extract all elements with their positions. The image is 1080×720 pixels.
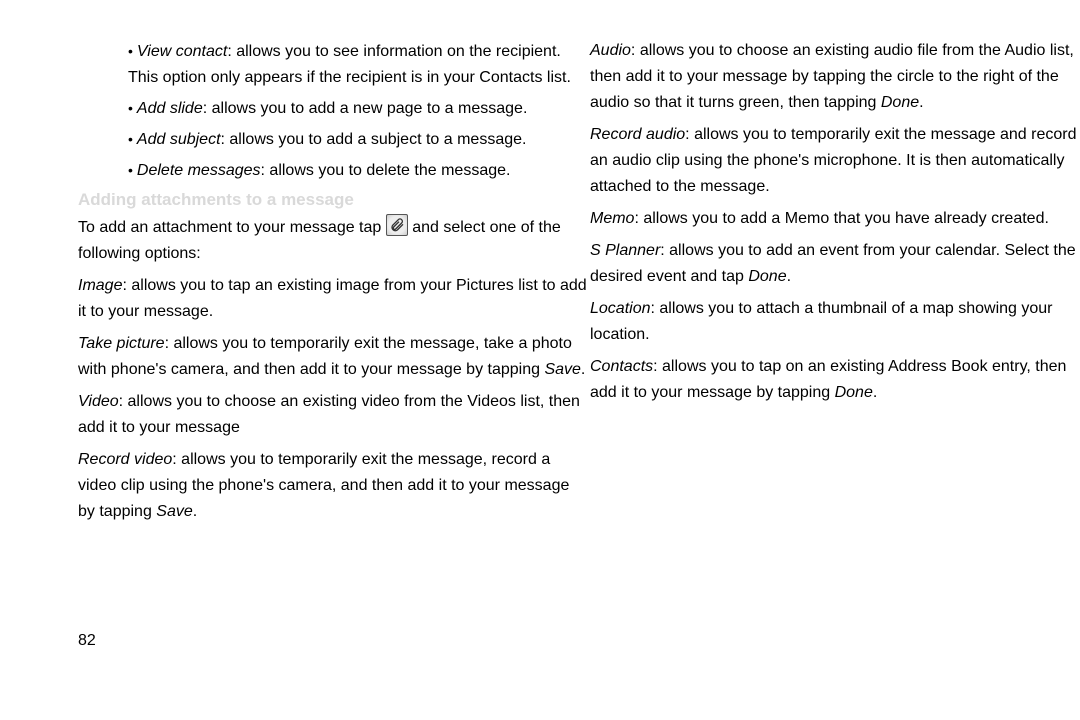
- term: Take picture: [78, 335, 165, 352]
- term: Save: [156, 503, 192, 520]
- item-text: : allows you to add a Memo that you have…: [634, 210, 1048, 227]
- left-column: •View contact: allows you to see informa…: [78, 38, 590, 525]
- bullet-dot: •: [128, 43, 137, 59]
- bullet-dot: •: [128, 131, 137, 147]
- term: Save: [544, 361, 580, 378]
- item-text: : allows you to tap an existing image fr…: [78, 277, 587, 320]
- attach-option: Contacts: allows you to tap on an existi…: [590, 354, 1080, 406]
- term: Image: [78, 277, 122, 294]
- term: Done: [881, 94, 919, 111]
- attach-option: Memo: allows you to add a Memo that you …: [590, 206, 1080, 232]
- attach-option: Record audio: allows you to temporarily …: [590, 122, 1080, 200]
- right-column: Audio: allows you to choose an existing …: [590, 38, 1080, 406]
- intro-pre: To add an attachment to your message tap: [78, 219, 386, 236]
- item-text: : allows you to attach a thumbnail of a …: [590, 300, 1053, 343]
- item-text: : allows you to choose an existing video…: [78, 393, 580, 436]
- item-text: .: [919, 94, 923, 111]
- attach-option: Location: allows you to attach a thumbna…: [590, 296, 1080, 348]
- term: View contact: [137, 43, 227, 60]
- bullet-dot: •: [128, 100, 137, 116]
- page-number: 82: [78, 632, 96, 650]
- term: Location: [590, 300, 651, 317]
- item-text: .: [787, 268, 791, 285]
- item-text: : allows you to add a new page to a mess…: [203, 100, 528, 117]
- intro-line: To add an attachment to your message tap…: [78, 214, 590, 267]
- attach-option: Video: allows you to choose an existing …: [78, 389, 590, 441]
- term: Done: [835, 384, 873, 401]
- bullet-item: •Add slide: allows you to add a new page…: [78, 95, 590, 122]
- bullet-item: •Delete messages: allows you to delete t…: [78, 157, 590, 184]
- term: Video: [78, 393, 119, 410]
- paperclip-icon: [386, 214, 408, 236]
- item-text: .: [873, 384, 877, 401]
- term: Audio: [590, 42, 631, 59]
- bullet-item: •Add subject: allows you to add a subjec…: [78, 126, 590, 153]
- term: Add subject: [137, 131, 221, 148]
- term: Contacts: [590, 358, 653, 375]
- term: Done: [748, 268, 786, 285]
- term: Record video: [78, 451, 172, 468]
- bullet-dot: •: [128, 162, 137, 178]
- bullet-item: •View contact: allows you to see informa…: [78, 38, 590, 91]
- document-page: •View contact: allows you to see informa…: [0, 0, 1080, 720]
- item-text: : allows you to add an event from your c…: [590, 242, 1076, 285]
- attach-option: Take picture: allows you to temporarily …: [78, 331, 590, 383]
- term: Add slide: [137, 100, 203, 117]
- attach-option: Image: allows you to tap an existing ima…: [78, 273, 590, 325]
- term: Memo: [590, 210, 634, 227]
- term: Record audio: [590, 126, 685, 143]
- item-text: : allows you to tap on an existing Addre…: [590, 358, 1066, 401]
- item-text: .: [581, 361, 585, 378]
- term: S Planner: [590, 242, 660, 259]
- attach-option: Audio: allows you to choose an existing …: [590, 38, 1080, 116]
- item-text: : allows you to choose an existing audio…: [590, 42, 1074, 111]
- term: Delete messages: [137, 162, 261, 179]
- attach-option: Record video: allows you to temporarily …: [78, 447, 590, 525]
- attach-option: S Planner: allows you to add an event fr…: [590, 238, 1080, 290]
- section-heading: Adding attachments to a message: [78, 190, 590, 210]
- item-text: : allows you to add a subject to a messa…: [221, 131, 527, 148]
- item-text: : allows you to delete the message.: [261, 162, 511, 179]
- item-text: .: [193, 503, 197, 520]
